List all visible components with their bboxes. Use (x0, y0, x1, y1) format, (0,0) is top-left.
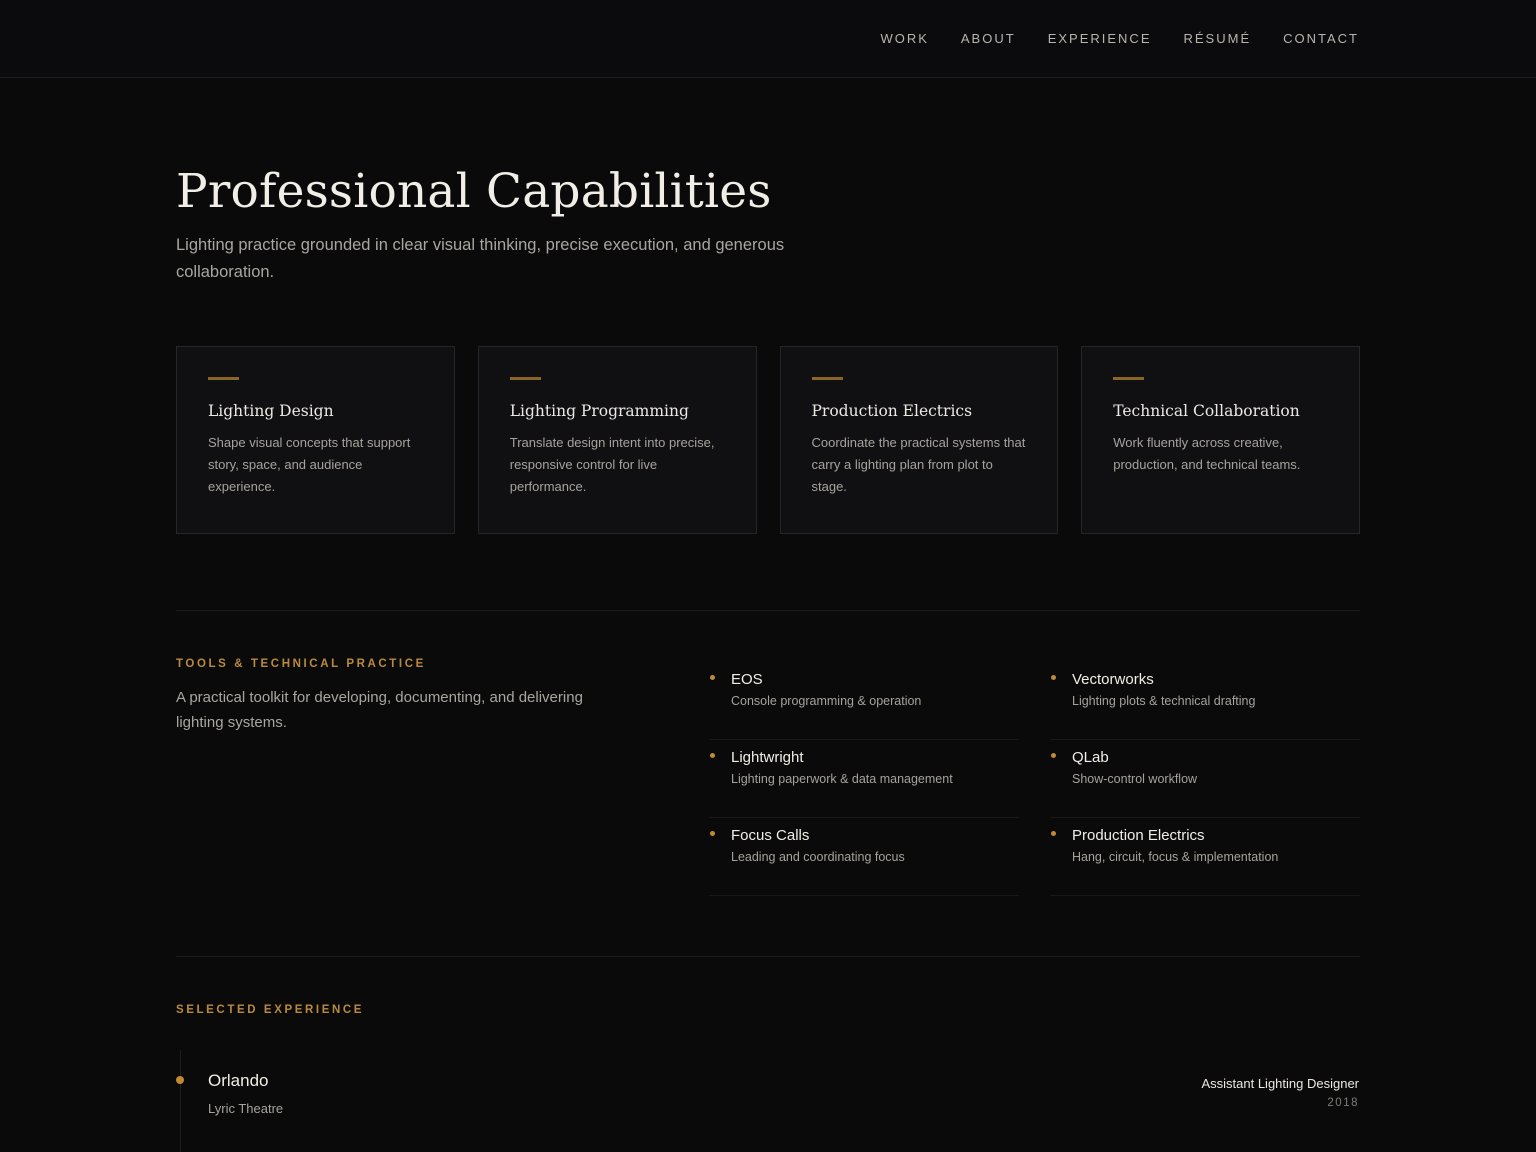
site-header: WORK ABOUT EXPERIENCE RÉSUMÉ CONTACT (0, 0, 1536, 78)
tool-item-vectorworks: Vectorworks Lighting plots & technical d… (1050, 662, 1360, 740)
tools-description: A practical toolkit for developing, docu… (176, 689, 583, 731)
tool-description: Console programming & operation (731, 694, 922, 708)
capability-card-production-electrics: Production Electrics Coordinate the prac… (779, 346, 1059, 534)
bullet-dot-icon (710, 831, 715, 836)
card-accent-bar (811, 377, 843, 380)
tool-name: Lightwright (731, 749, 804, 766)
tool-item-production-electrics: Production Electrics Hang, circuit, focu… (1050, 818, 1360, 896)
tools-list: EOS Console programming & operation Vect… (709, 662, 1360, 896)
tool-item-qlab: QLab Show-control workflow (1050, 740, 1360, 818)
card-title: Production Electrics (811, 402, 973, 420)
tool-description: Leading and coordinating focus (731, 850, 905, 864)
capability-card-lighting-design: Lighting Design Shape visual concepts th… (176, 346, 455, 534)
timeline-dot-icon (176, 1076, 184, 1084)
bullet-dot-icon (1051, 753, 1056, 758)
bullet-dot-icon (1051, 675, 1056, 680)
capability-card-technical-collaboration: Technical Collaboration Work fluently ac… (1081, 346, 1360, 534)
experience-title: Orlando (208, 1071, 269, 1090)
bullet-dot-icon (1051, 831, 1056, 836)
experience-heading: SELECTED EXPERIENCE (176, 1004, 365, 1016)
card-title: Technical Collaboration (1113, 402, 1300, 420)
bullet-dot-icon (710, 675, 715, 680)
nav-link-about[interactable]: ABOUT (961, 31, 1016, 46)
page-title: Professional Capabilities (176, 164, 772, 219)
tool-item-lightwright: Lightwright Lighting paperwork & data ma… (709, 740, 1019, 818)
capabilities-cards: Lighting Design Shape visual concepts th… (176, 346, 1360, 534)
tool-name: EOS (731, 671, 763, 688)
nav-link-work[interactable]: WORK (880, 31, 928, 46)
nav-link-resume[interactable]: RÉSUMÉ (1184, 31, 1252, 46)
capability-card-lighting-programming: Lighting Programming Translate design in… (477, 346, 757, 534)
card-description: Translate design intent into precise, re… (509, 435, 715, 494)
card-description: Coordinate the practical systems that ca… (811, 435, 1026, 494)
bullet-dot-icon (710, 753, 715, 758)
tool-description: Hang, circuit, focus & implementation (1072, 850, 1279, 864)
tool-name: QLab (1072, 749, 1109, 766)
section-divider (176, 610, 1360, 611)
main-nav: WORK ABOUT EXPERIENCE RÉSUMÉ CONTACT (880, 30, 1359, 48)
card-accent-bar (208, 377, 239, 380)
page-subtitle: Lighting practice grounded in clear visu… (176, 236, 785, 281)
tool-description: Show-control workflow (1072, 772, 1198, 786)
tool-description: Lighting paperwork & data management (731, 772, 953, 786)
tool-description: Lighting plots & technical drafting (1072, 694, 1256, 708)
nav-link-contact[interactable]: CONTACT (1283, 31, 1359, 46)
timeline-line (180, 1050, 181, 1152)
tool-item-focus-calls: Focus Calls Leading and coordinating foc… (709, 818, 1019, 896)
card-accent-bar (509, 377, 541, 380)
tool-name: Vectorworks (1072, 671, 1154, 688)
nav-link-experience[interactable]: EXPERIENCE (1048, 31, 1152, 46)
card-title: Lighting Programming (509, 402, 689, 420)
tools-heading: TOOLS & TECHNICAL PRACTICE (176, 658, 426, 670)
tool-item-eos: EOS Console programming & operation (709, 662, 1019, 740)
tool-name: Production Electrics (1072, 827, 1205, 844)
experience-year: 2018 (1327, 1097, 1359, 1109)
experience-role: Assistant Lighting Designer (1201, 1076, 1359, 1091)
card-accent-bar (1113, 377, 1145, 380)
card-description: Shape visual concepts that support story… (208, 435, 411, 494)
experience-venue: Lyric Theatre (208, 1101, 284, 1116)
section-divider (176, 956, 1360, 957)
card-title: Lighting Design (208, 402, 334, 420)
card-description: Work fluently across creative, productio… (1113, 435, 1301, 472)
tool-name: Focus Calls (731, 827, 810, 844)
